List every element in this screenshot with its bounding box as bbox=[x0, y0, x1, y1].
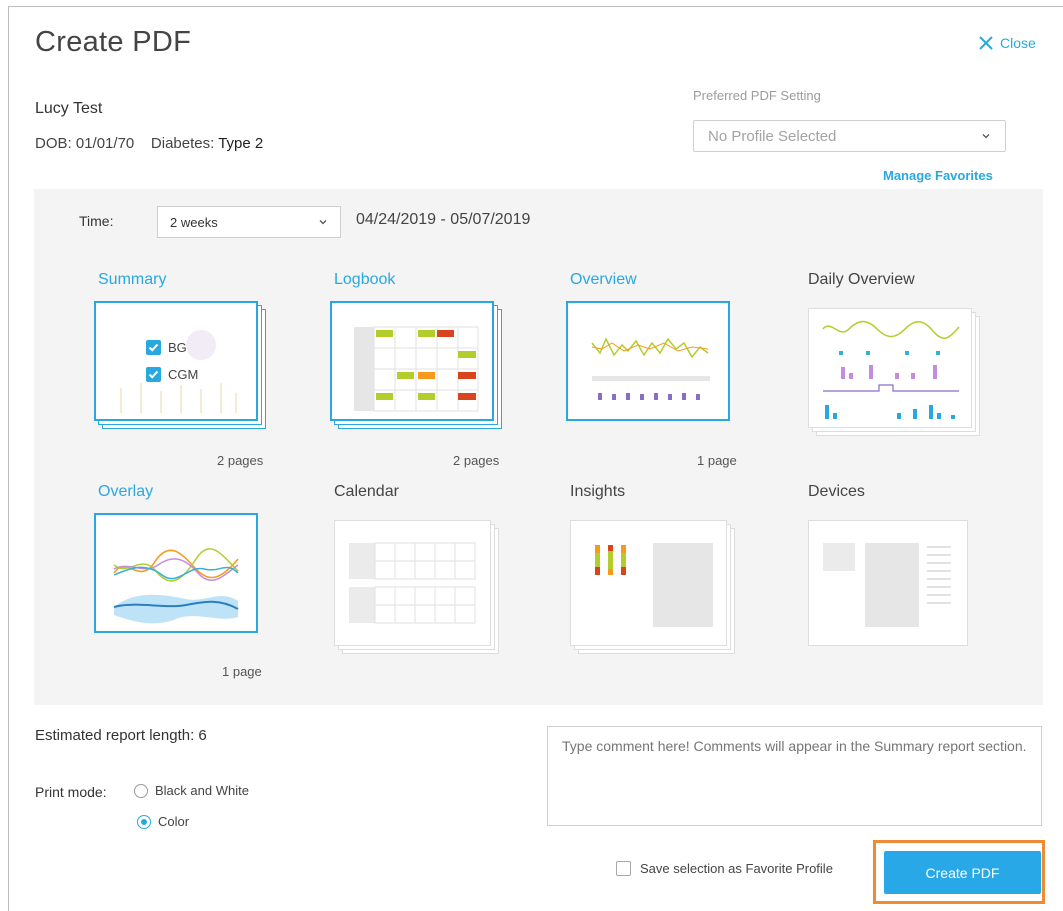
close-button[interactable]: Close bbox=[978, 35, 1036, 51]
report-title-overlay[interactable]: Overlay bbox=[98, 483, 153, 501]
report-thumbnail-insights[interactable] bbox=[570, 520, 727, 646]
save-favorite-label: Save selection as Favorite Profile bbox=[640, 861, 833, 876]
calendar-preview-graphic bbox=[349, 542, 476, 624]
time-range-value: 2 weeks bbox=[170, 214, 218, 230]
dob-label: DOB: bbox=[35, 135, 72, 152]
create-pdf-button[interactable]: Create PDF bbox=[884, 851, 1041, 894]
chevron-down-icon bbox=[319, 220, 327, 225]
dialog-border-top bbox=[8, 6, 1063, 7]
time-range-select[interactable]: 2 weeks bbox=[157, 206, 341, 238]
print-mode-black-and-white[interactable]: Black and White bbox=[134, 783, 249, 798]
bg-label: BG bbox=[168, 340, 187, 355]
radio-unselected-icon[interactable] bbox=[134, 783, 148, 798]
print-mode-color[interactable]: Color bbox=[137, 814, 189, 829]
patient-name: Lucy Test bbox=[35, 100, 103, 117]
cgm-option[interactable]: CGM bbox=[146, 367, 198, 382]
chevron-down-icon bbox=[982, 134, 990, 139]
time-label: Time: bbox=[79, 213, 114, 229]
report-title-insights[interactable]: Insights bbox=[570, 483, 625, 501]
report-title-calendar[interactable]: Calendar bbox=[334, 483, 399, 501]
report-thumbnail-overlay[interactable] bbox=[94, 513, 258, 633]
report-title-summary[interactable]: Summary bbox=[98, 271, 166, 289]
preferred-profile-select[interactable]: No Profile Selected bbox=[693, 120, 1006, 152]
daily-overview-preview-graphic bbox=[822, 320, 960, 419]
close-icon bbox=[979, 36, 993, 50]
report-thumbnail-logbook[interactable] bbox=[330, 301, 494, 421]
save-favorite-checkbox[interactable] bbox=[616, 861, 631, 876]
report-thumbnail-devices[interactable] bbox=[808, 520, 968, 646]
logbook-preview-graphic bbox=[354, 326, 479, 412]
dialog-title: Create PDF bbox=[35, 26, 192, 58]
save-favorite-option[interactable]: Save selection as Favorite Profile bbox=[616, 861, 833, 876]
overlay-preview-graphic bbox=[113, 548, 239, 624]
cgm-label: CGM bbox=[168, 367, 199, 382]
report-thumbnail-overview[interactable] bbox=[566, 301, 730, 421]
page-count-overlay: 1 page bbox=[222, 664, 262, 679]
manage-favorites-link[interactable]: Manage Favorites bbox=[883, 168, 993, 183]
dialog-border-left bbox=[8, 6, 9, 911]
report-thumbnail-summary[interactable] bbox=[94, 301, 258, 421]
estimated-report-length: Estimated report length: 6 bbox=[35, 727, 207, 744]
report-title-daily-overview[interactable]: Daily Overview bbox=[808, 271, 915, 289]
checkbox-checked-icon[interactable] bbox=[146, 367, 161, 382]
report-title-logbook[interactable]: Logbook bbox=[334, 271, 395, 289]
patient-meta: DOB: 01/01/70 Diabetes: Type 2 bbox=[35, 135, 263, 152]
print-mode-label: Print mode: bbox=[35, 784, 107, 800]
checkbox-checked-icon[interactable] bbox=[146, 340, 161, 355]
dob-value: 01/01/70 bbox=[75, 135, 135, 152]
page-count-overview: 1 page bbox=[697, 453, 737, 468]
report-title-overview[interactable]: Overview bbox=[570, 271, 637, 289]
preferred-pdf-setting-label: Preferred PDF Setting bbox=[693, 88, 821, 103]
report-title-devices[interactable]: Devices bbox=[808, 483, 865, 501]
bg-option[interactable]: BG bbox=[146, 340, 187, 355]
print-mode-option-label: Black and White bbox=[155, 783, 249, 798]
diabetes-label: Diabetes: bbox=[150, 135, 215, 152]
diabetes-type: Type 2 bbox=[218, 135, 264, 152]
devices-preview-graphic bbox=[823, 543, 951, 627]
insights-preview-graphic bbox=[595, 543, 713, 627]
radio-selected-icon[interactable] bbox=[137, 814, 151, 829]
report-thumbnail-daily-overview[interactable] bbox=[808, 308, 972, 428]
close-label: Close bbox=[1000, 35, 1036, 51]
page-count-logbook: 2 pages bbox=[453, 453, 500, 468]
overview-preview-graphic bbox=[591, 337, 710, 400]
page-count-summary: 2 pages bbox=[217, 453, 264, 468]
preferred-profile-value: No Profile Selected bbox=[708, 127, 837, 145]
date-range: 04/24/2019 - 05/07/2019 bbox=[356, 211, 531, 228]
print-mode-option-label: Color bbox=[158, 814, 190, 829]
report-thumbnail-calendar[interactable] bbox=[334, 520, 491, 646]
comment-input[interactable] bbox=[547, 726, 1042, 826]
summary-preview-graphic bbox=[120, 330, 237, 413]
